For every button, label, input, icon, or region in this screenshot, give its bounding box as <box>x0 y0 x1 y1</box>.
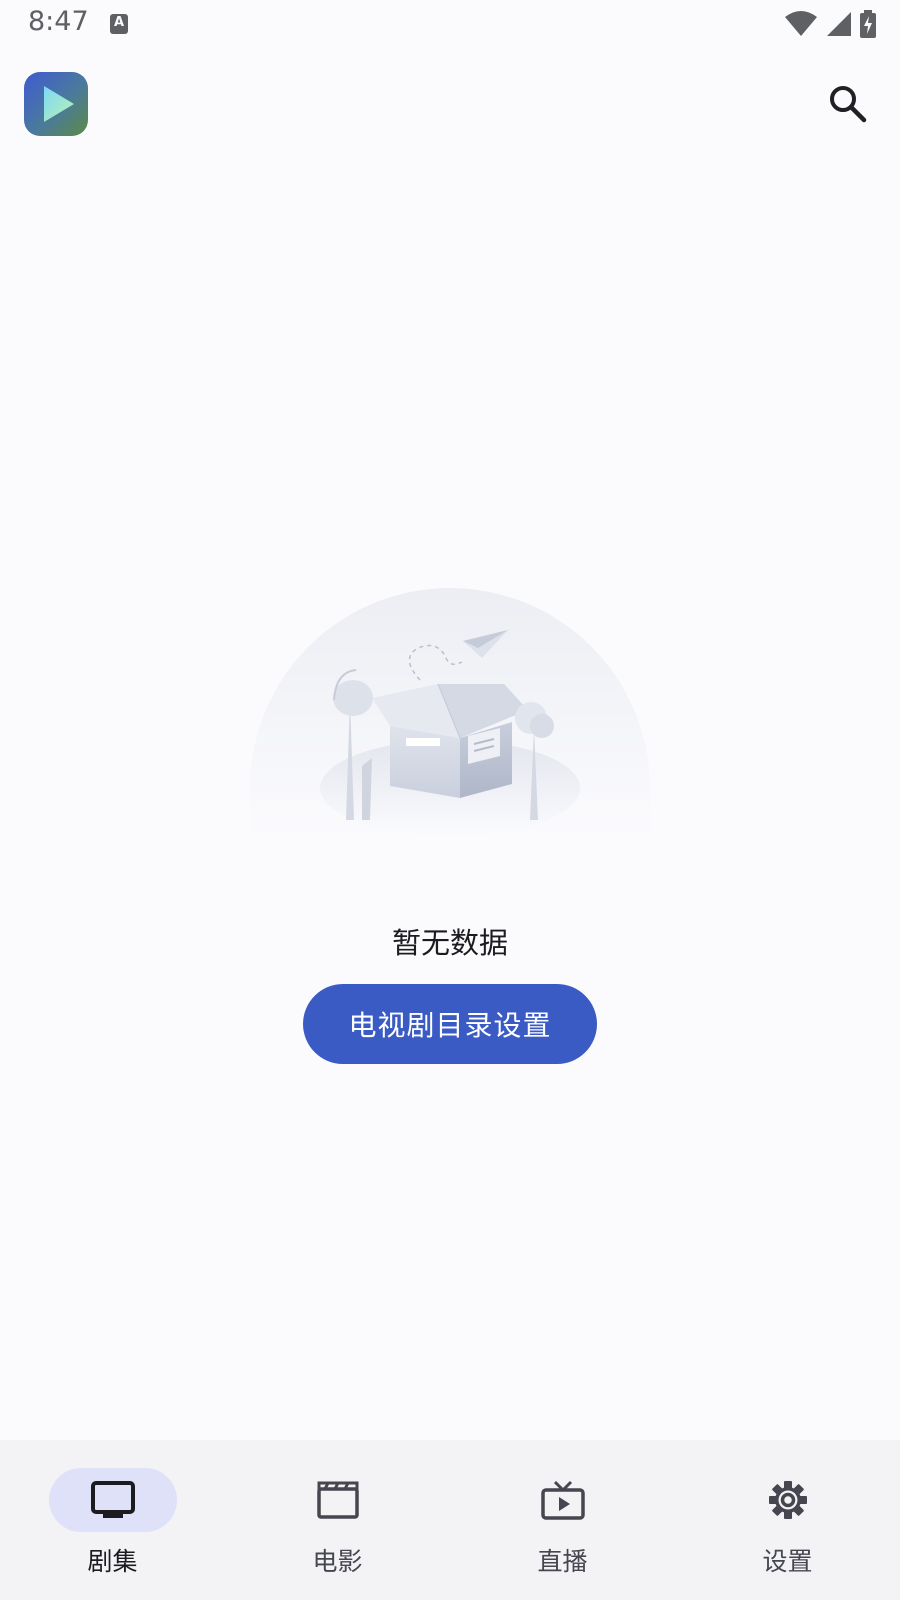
status-icons <box>784 10 876 38</box>
play-logo-icon[interactable] <box>24 72 88 136</box>
gear-icon <box>768 1481 807 1519</box>
status-bar: 8:47 A <box>0 0 900 48</box>
signal-icon <box>827 12 851 36</box>
nav-label-live: 直播 <box>537 1547 588 1576</box>
empty-state-message: 暂无数据 <box>391 926 508 960</box>
nav-item-series[interactable]: 剧集 <box>0 1440 225 1600</box>
nav-item-movies[interactable]: 电影 <box>225 1440 450 1600</box>
battery-charging-icon <box>860 10 876 38</box>
nav-label-movies: 电影 <box>312 1547 363 1576</box>
nav-item-live[interactable]: 直播 <box>450 1440 675 1600</box>
nav-item-settings[interactable]: 设置 <box>675 1440 900 1600</box>
nav-label-settings: 设置 <box>762 1547 813 1576</box>
empty-box-illustration <box>250 588 650 838</box>
wifi-icon <box>785 11 817 36</box>
nav-label-series: 剧集 <box>87 1547 138 1576</box>
clapperboard-icon <box>316 1481 359 1519</box>
status-time: 8:47 <box>28 6 89 37</box>
search-button[interactable] <box>826 82 870 126</box>
search-icon <box>830 86 867 123</box>
play-triangle-icon <box>44 86 74 122</box>
notification-a-icon: A <box>110 14 128 34</box>
bottom-navigation: 剧集 电影 直播 设置 <box>0 1440 900 1600</box>
app-bar <box>0 48 900 160</box>
tv-directory-settings-button[interactable]: 电视剧目录设置 <box>303 984 597 1064</box>
tv-icon <box>90 1481 135 1518</box>
live-tv-icon <box>540 1480 585 1520</box>
